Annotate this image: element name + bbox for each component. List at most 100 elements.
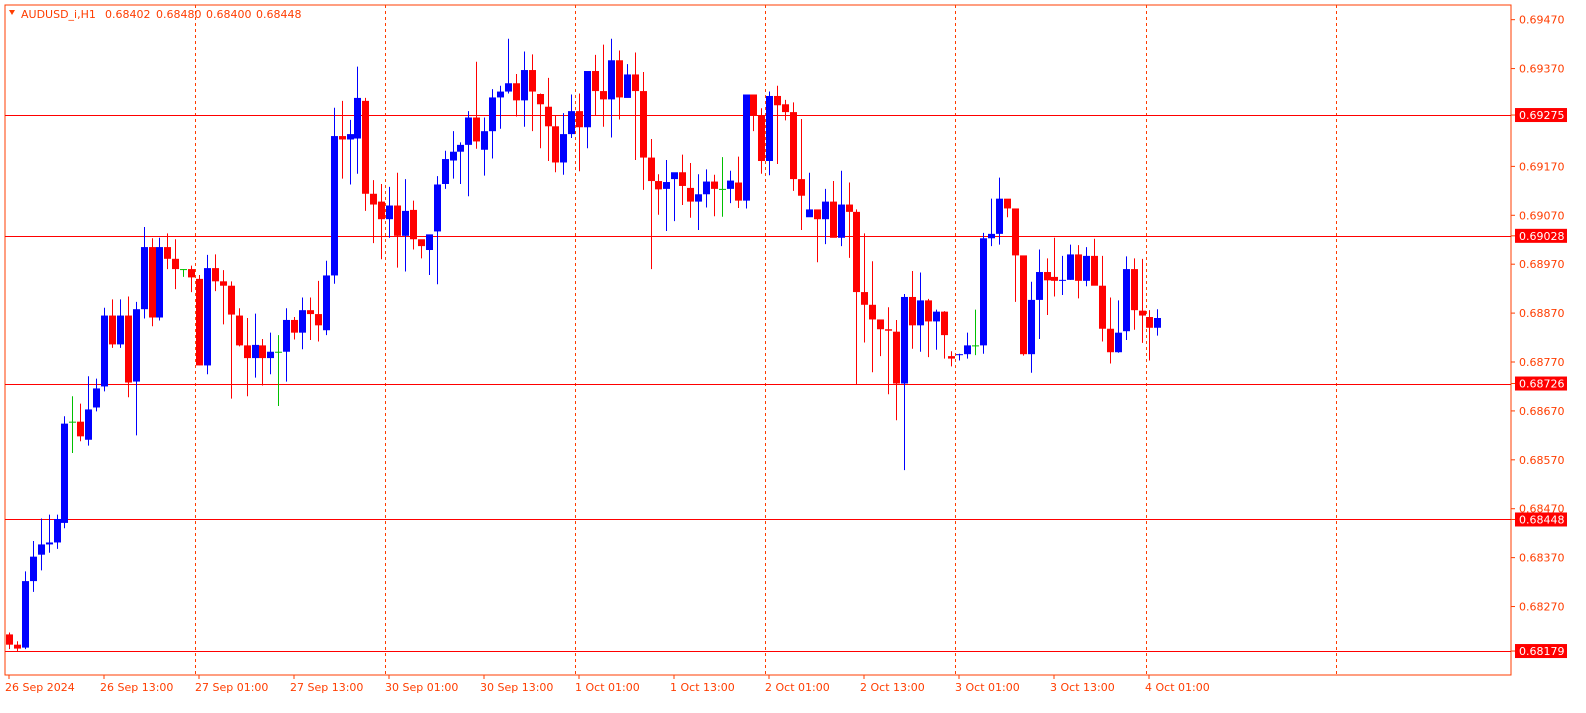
candle-body <box>69 421 76 423</box>
candle[interactable] <box>22 571 29 650</box>
candle-body <box>1146 317 1153 328</box>
candle[interactable] <box>743 94 750 209</box>
candle[interactable] <box>980 232 987 354</box>
candle[interactable] <box>196 274 203 366</box>
candle-body <box>489 97 496 132</box>
candle-body <box>354 97 361 139</box>
candle-body <box>6 634 13 645</box>
time-tick-label: 2 Oct 13:00 <box>860 681 925 694</box>
candle-body <box>156 247 163 318</box>
candle-body <box>782 104 789 113</box>
time-tick-label: 27 Sep 13:00 <box>290 681 363 694</box>
candle-body <box>1028 299 1035 355</box>
candle-body <box>1091 255 1098 286</box>
candle-body <box>1067 254 1074 280</box>
candle-body <box>1154 317 1161 328</box>
candle[interactable] <box>790 102 797 191</box>
quote-low: 0.68400 <box>206 8 252 21</box>
price-tick-label: 0.68670 <box>1519 405 1565 418</box>
candle[interactable] <box>156 237 163 321</box>
price-chart[interactable]: 0.69470 0.69370 0.69275 0.69170 0.69070 0.690… <box>0 0 1586 709</box>
candle[interactable] <box>1020 255 1027 356</box>
candle-body <box>331 136 338 276</box>
time-tick-label: 30 Sep 01:00 <box>385 681 458 694</box>
candle[interactable] <box>61 416 68 529</box>
candle-body <box>204 268 211 366</box>
time-tick-label: 26 Sep 13:00 <box>100 681 173 694</box>
candle-body <box>1131 269 1138 311</box>
price-tick-label: 0.68970 <box>1519 258 1565 271</box>
candle-body <box>941 311 948 336</box>
symbol-header: AUDUSD_i,H1 0.68402 0.68480 0.68400 0.68… <box>9 8 302 21</box>
candle-body <box>505 83 512 92</box>
candle-body <box>473 117 480 142</box>
candle-body <box>85 409 92 440</box>
level-price-label: 0.69028 <box>1519 230 1565 243</box>
candle-body <box>521 70 528 101</box>
candle-body <box>394 205 401 236</box>
candle-body <box>893 331 900 384</box>
candle[interactable] <box>101 307 108 392</box>
candle-body <box>885 329 892 331</box>
candle-body <box>703 181 710 195</box>
candle-body <box>624 74 631 98</box>
candle-body <box>252 344 259 359</box>
candle-body <box>347 134 354 140</box>
candle-body <box>457 144 464 152</box>
candle-body <box>719 188 726 190</box>
candle-body <box>149 247 156 318</box>
candle[interactable] <box>149 238 156 327</box>
candle-body <box>727 180 734 189</box>
quote-close: 0.68448 <box>256 8 302 21</box>
candle-body <box>1051 276 1058 281</box>
price-tick-label: 0.69170 <box>1519 160 1565 173</box>
price-tick-label: 0.69470 <box>1519 14 1565 27</box>
candle-body <box>109 315 116 345</box>
candle-body <box>481 131 488 150</box>
candle-body <box>1107 328 1114 353</box>
candle-body <box>814 209 821 220</box>
candle-body <box>529 70 536 92</box>
price-tick-label: 0.68370 <box>1519 552 1565 565</box>
candle-body <box>315 314 322 326</box>
candle-body <box>196 278 203 366</box>
time-tick-label: 3 Oct 01:00 <box>955 681 1020 694</box>
candle-body <box>1115 332 1122 353</box>
candle-body <box>933 311 940 322</box>
quote-high: 0.68480 <box>156 8 202 21</box>
chart-canvas[interactable]: 0.69470 0.69370 0.69275 0.69170 0.69070 0.690… <box>0 0 1586 709</box>
candle-body <box>30 556 37 582</box>
candle-body <box>386 205 393 220</box>
candle-body <box>141 247 148 310</box>
candle-body <box>592 71 599 92</box>
candle-body <box>925 300 932 322</box>
candle[interactable] <box>204 254 211 375</box>
candle-body <box>671 172 678 180</box>
candle-body <box>648 157 655 182</box>
candle-body <box>1083 255 1090 281</box>
candle-body <box>1099 285 1106 329</box>
candle-body <box>655 181 662 190</box>
candle-body <box>616 60 623 98</box>
candle-body <box>93 388 100 408</box>
price-tick-label: 0.68570 <box>1519 454 1565 467</box>
candle-body <box>259 345 266 359</box>
candle-body <box>758 115 765 162</box>
plot-area <box>4 4 1512 676</box>
candle-body <box>212 268 219 282</box>
candle-body <box>972 345 979 347</box>
candle-body <box>552 126 559 163</box>
candle-body <box>61 423 68 523</box>
candle-body <box>584 71 591 128</box>
time-tick-label: 26 Sep 2024 <box>5 681 75 694</box>
candle-body <box>608 60 615 100</box>
candle-body <box>988 233 995 239</box>
candle-body <box>545 106 552 127</box>
candle-body <box>323 275 330 331</box>
time-tick-label: 2 Oct 01:00 <box>765 681 830 694</box>
candle-body <box>117 315 124 345</box>
candle-body <box>774 95 781 106</box>
candle-body <box>711 181 718 189</box>
candle-body <box>853 211 860 293</box>
time-tick-label: 1 Oct 13:00 <box>670 681 735 694</box>
